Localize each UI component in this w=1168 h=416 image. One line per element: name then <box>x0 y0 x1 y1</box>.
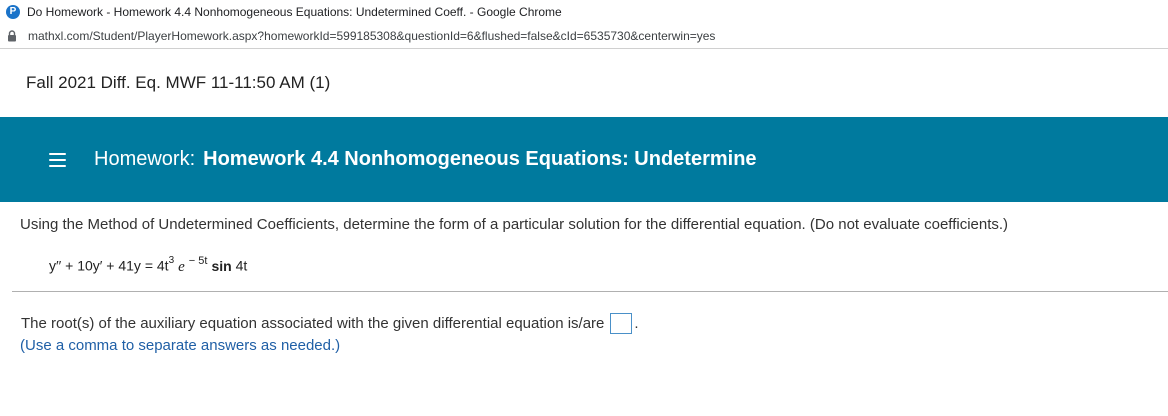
homework-name: Homework 4.4 Nonhomogeneous Equations: U… <box>203 148 757 170</box>
equation-e: e <box>178 258 185 275</box>
answer-input[interactable] <box>610 313 633 334</box>
prompt-period: . <box>634 315 639 332</box>
address-bar[interactable]: mathxl.com/Student/PlayerHomework.aspx?h… <box>0 23 1168 49</box>
window-title: Do Homework - Homework 4.4 Nonhomogeneou… <box>27 4 562 19</box>
equation-sin-arg: 4t <box>231 257 248 274</box>
equation-e-power: − 5t <box>188 255 208 267</box>
hamburger-menu-icon[interactable] <box>49 152 66 167</box>
homework-banner: Homework: Homework 4.4 Nonhomogeneous Eq… <box>0 117 1168 202</box>
equation-lhs: y′′ + 10y′ + 41y = 4t <box>49 257 169 274</box>
question-prompt: The root(s) of the auxiliary equation as… <box>21 315 605 332</box>
url-text[interactable]: mathxl.com/Student/PlayerHomework.aspx?h… <box>28 29 715 43</box>
browser-title-bar: P Do Homework - Homework 4.4 Nonhomogene… <box>0 0 1168 23</box>
lock-icon[interactable] <box>7 29 17 42</box>
homework-label: Homework: <box>94 148 196 170</box>
course-title: Fall 2021 Diff. Eq. MWF 11-11:50 AM (1) <box>26 73 331 92</box>
pearson-favicon-icon: P <box>6 4 20 19</box>
equation-t-power: 3 <box>168 255 175 266</box>
question-instructions: Using the Method of Undetermined Coeffic… <box>20 216 1009 233</box>
question-prompt-row: The root(s) of the auxiliary equation as… <box>21 313 639 334</box>
equation-sin: sin <box>211 257 232 274</box>
answer-hint: (Use a comma to separate answers as need… <box>20 337 341 354</box>
differential-equation: y′′ + 10y′ + 41y = 4t3 e − 5t sin 4t <box>49 255 248 276</box>
divider <box>12 291 1168 292</box>
